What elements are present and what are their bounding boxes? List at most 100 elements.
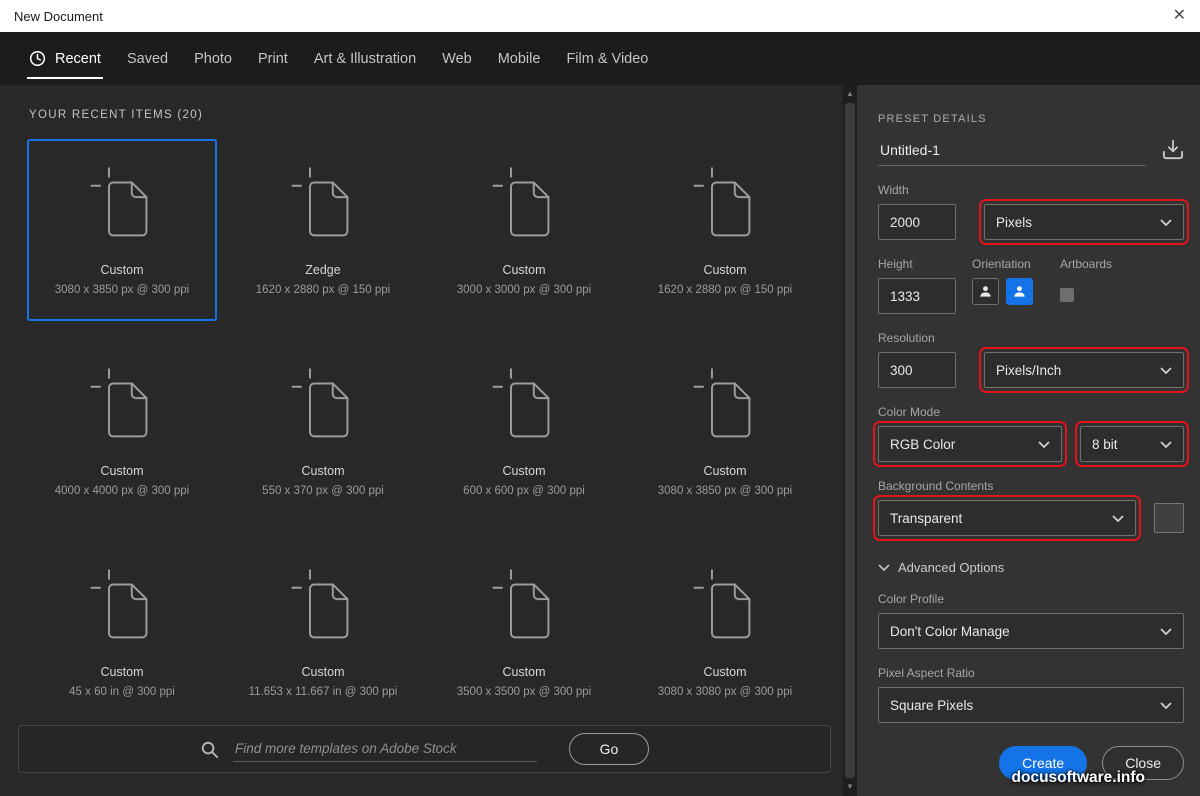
width-input[interactable] — [878, 204, 956, 240]
chevron-down-icon — [1038, 440, 1050, 448]
tab-recent[interactable]: Recent — [16, 32, 114, 85]
recent-item-name: Custom — [100, 263, 144, 277]
tab-saved[interactable]: Saved — [114, 32, 181, 85]
recent-item-name: Custom — [703, 263, 747, 277]
go-button[interactable]: Go — [569, 733, 649, 765]
scroll-up-icon[interactable]: ▲ — [843, 87, 857, 101]
recent-item-name: Custom — [502, 464, 546, 478]
recent-item[interactable]: Custom 3080 x 3850 px @ 300 ppi — [630, 340, 820, 522]
close-button[interactable]: Close — [1102, 746, 1184, 780]
preset-details-header: PRESET DETAILS — [878, 113, 987, 125]
recent-item-dims: 3080 x 3080 px @ 300 ppi — [657, 686, 793, 698]
recent-item-dims: 1620 x 2880 px @ 150 ppi — [255, 284, 391, 296]
background-contents-dropdown[interactable]: Transparent — [873, 495, 1141, 541]
chevron-down-icon — [1160, 440, 1172, 448]
document-preview-icon — [291, 368, 355, 438]
color-mode-value: RGB Color — [890, 436, 956, 452]
scrollbar-thumb[interactable] — [845, 103, 855, 778]
recent-item-dims: 550 x 370 px @ 300 ppi — [262, 485, 384, 497]
recent-item-name: Zedge — [305, 263, 341, 277]
bit-depth-value: 8 bit — [1092, 436, 1118, 452]
search-icon — [200, 740, 219, 759]
tab-label: Recent — [55, 50, 101, 67]
chevron-down-icon — [1160, 701, 1172, 709]
document-preview-icon — [90, 368, 154, 438]
save-preset-button[interactable] — [1162, 140, 1184, 166]
recent-item-name: Custom — [301, 464, 345, 478]
tab-photo[interactable]: Photo — [181, 32, 245, 85]
height-input[interactable] — [878, 278, 956, 314]
scroll-down-icon[interactable]: ▼ — [843, 780, 857, 794]
recent-item-dims: 4000 x 4000 px @ 300 ppi — [54, 485, 190, 497]
recent-item[interactable]: Custom 3080 x 3850 px @ 300 ppi — [27, 139, 217, 321]
save-preset-icon — [1162, 140, 1184, 163]
advanced-options-toggle[interactable]: Advanced Options — [878, 560, 1184, 575]
clock-icon — [29, 50, 46, 67]
close-icon[interactable]: ✕ — [1173, 8, 1186, 24]
document-name-input[interactable] — [878, 135, 1146, 166]
orientation-portrait-icon[interactable] — [972, 278, 999, 305]
chevron-down-icon — [878, 564, 890, 572]
recent-item-dims: 11.653 x 11.667 in @ 300 ppi — [248, 686, 398, 698]
recent-item-dims: 3500 x 3500 px @ 300 ppi — [456, 686, 592, 698]
recent-item-name: Custom — [703, 665, 747, 679]
recent-item-name: Custom — [703, 464, 747, 478]
tab-print[interactable]: Print — [245, 32, 301, 85]
recent-item[interactable]: Custom 3500 x 3500 px @ 300 ppi — [429, 541, 619, 723]
recent-item-dims: 3080 x 3850 px @ 300 ppi — [54, 284, 190, 296]
recent-item[interactable]: Custom 45 x 60 in @ 300 ppi — [27, 541, 217, 723]
orientation-label: Orientation — [972, 257, 1031, 271]
create-button[interactable]: Create — [999, 746, 1088, 780]
recent-item[interactable]: Zedge 1620 x 2880 px @ 150 ppi — [228, 139, 418, 321]
recent-item[interactable]: Custom 3080 x 3080 px @ 300 ppi — [630, 541, 820, 723]
recent-item[interactable]: Custom 3000 x 3000 px @ 300 ppi — [429, 139, 619, 321]
document-preview-icon — [693, 368, 757, 438]
width-unit-dropdown[interactable]: Pixels — [979, 199, 1189, 245]
width-unit-value: Pixels — [996, 214, 1033, 230]
document-preview-icon — [291, 569, 355, 639]
resolution-input[interactable] — [878, 352, 956, 388]
tab-label: Mobile — [497, 50, 541, 67]
color-profile-value: Don't Color Manage — [890, 623, 1010, 639]
background-contents-label: Background Contents — [878, 479, 994, 493]
tab-label: Photo — [194, 50, 232, 67]
tab-label: Art & Illustration — [313, 50, 417, 67]
color-profile-dropdown[interactable]: Don't Color Manage — [878, 613, 1184, 649]
color-mode-label: Color Mode — [878, 405, 941, 419]
orientation-toggle — [972, 278, 1044, 305]
search-input[interactable] — [233, 736, 537, 762]
document-preview-icon — [492, 368, 556, 438]
resolution-unit-dropdown[interactable]: Pixels/Inch — [979, 347, 1189, 393]
recent-grid: Custom 3080 x 3850 px @ 300 ppi Zedge 16… — [27, 139, 843, 723]
background-color-swatch[interactable] — [1154, 503, 1184, 533]
recent-item-name: Custom — [502, 665, 546, 679]
color-mode-dropdown[interactable]: RGB Color — [873, 421, 1067, 467]
new-document-dialog: New Document ✕ Recent Saved Photo Print … — [0, 0, 1200, 796]
recent-item-dims: 3080 x 3850 px @ 300 ppi — [657, 485, 793, 497]
pixel-aspect-ratio-label: Pixel Aspect Ratio — [878, 666, 975, 680]
document-preview-icon — [90, 569, 154, 639]
height-label: Height — [878, 257, 913, 271]
recent-item[interactable]: Custom 600 x 600 px @ 300 ppi — [429, 340, 619, 522]
orientation-landscape-icon[interactable] — [1006, 278, 1033, 305]
pixel-aspect-ratio-dropdown[interactable]: Square Pixels — [878, 687, 1184, 723]
tab-art-illustration[interactable]: Art & Illustration — [301, 32, 429, 85]
recent-item-dims: 1620 x 2880 px @ 150 ppi — [657, 284, 793, 296]
recent-item[interactable]: Custom 11.653 x 11.667 in @ 300 ppi — [228, 541, 418, 723]
tab-mobile[interactable]: Mobile — [485, 32, 554, 85]
recent-item-dims: 3000 x 3000 px @ 300 ppi — [456, 284, 592, 296]
bit-depth-dropdown[interactable]: 8 bit — [1075, 421, 1189, 467]
recent-item[interactable]: Custom 1620 x 2880 px @ 150 ppi — [630, 139, 820, 321]
tab-label: Print — [257, 50, 288, 67]
document-preview-icon — [90, 167, 154, 237]
pixel-aspect-ratio-value: Square Pixels — [890, 697, 974, 713]
chevron-down-icon — [1160, 218, 1172, 226]
artboards-checkbox[interactable] — [1060, 288, 1074, 302]
tab-web[interactable]: Web — [429, 32, 485, 85]
tab-film-video[interactable]: Film & Video — [553, 32, 661, 85]
resolution-label: Resolution — [878, 331, 935, 345]
width-label: Width — [878, 183, 909, 197]
vertical-scrollbar[interactable]: ▲ ▼ — [843, 85, 857, 796]
recent-item[interactable]: Custom 4000 x 4000 px @ 300 ppi — [27, 340, 217, 522]
recent-item[interactable]: Custom 550 x 370 px @ 300 ppi — [228, 340, 418, 522]
